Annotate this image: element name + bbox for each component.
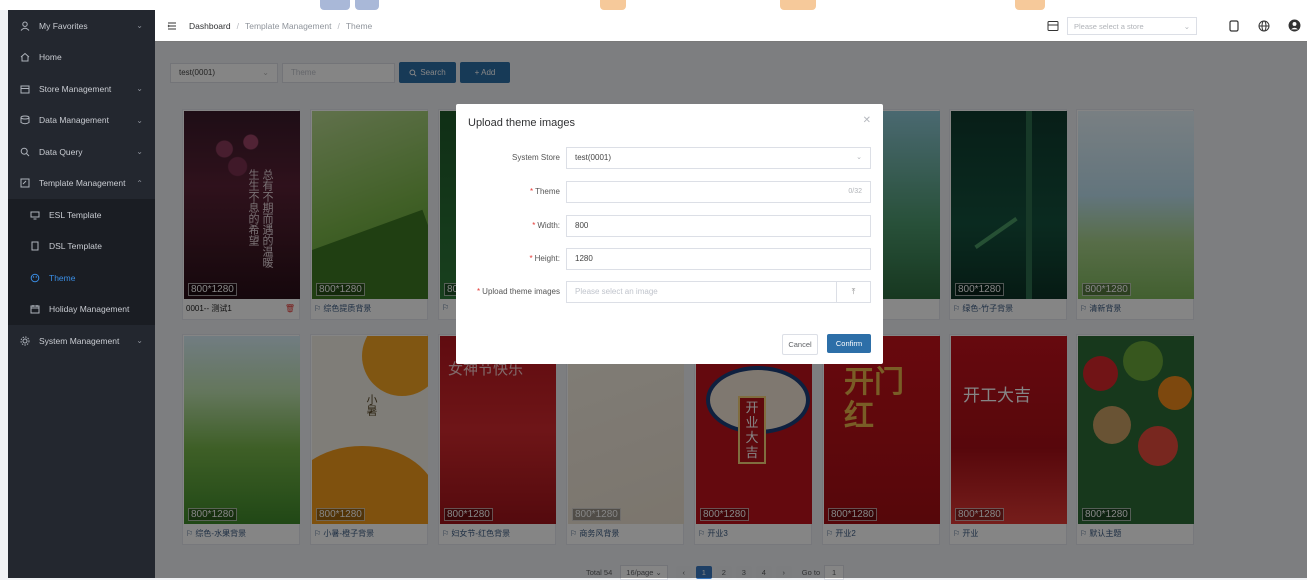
upload-theme-dialog: Upload theme images ✕ System Store test(… (456, 104, 883, 364)
sidebar-item-system-management[interactable]: System Management ⌄ (8, 325, 155, 357)
header-actions: Please select a store ⌄ (1047, 10, 1307, 41)
required-mark: * (529, 187, 534, 196)
gear-icon (20, 336, 30, 346)
breadcrumb: Dashboard / Template Management / Theme (189, 21, 372, 31)
chevron-down-icon: ⌄ (136, 147, 143, 156)
store-icon (1047, 20, 1059, 32)
palette-icon (30, 273, 40, 283)
sidebar: My Favorites ⌄ Home Store Management ⌄ D… (8, 10, 155, 578)
required-mark: * (529, 254, 533, 263)
field-label-text: System Store (511, 153, 560, 162)
store-select[interactable]: Please select a store ⌄ (1067, 16, 1197, 35)
required-mark: * (532, 221, 536, 230)
sidebar-item-data-query[interactable]: Data Query ⌄ (8, 136, 155, 168)
chevron-down-icon: ⌄ (1183, 21, 1190, 31)
field-label-text: Width: (537, 221, 560, 230)
system-store-select[interactable]: test(0001) ⌄ (566, 147, 871, 169)
chevron-down-icon: ⌄ (136, 84, 143, 93)
confirm-button[interactable]: Confirm (827, 334, 871, 353)
sidebar-item-favorites[interactable]: My Favorites ⌄ (8, 10, 155, 42)
template-submenu: ESL Template DSL Template Theme Holiday … (8, 199, 155, 325)
upload-image-input[interactable]: Please select an image ⤒ (566, 281, 871, 303)
chevron-down-icon: ⌄ (136, 115, 143, 125)
sidebar-item-label: DSL Template (49, 241, 102, 252)
sidebar-item-dsl-template[interactable]: DSL Template (8, 231, 155, 263)
sidebar-item-label: Template Management (39, 178, 126, 189)
chevron-down-icon: ⌄ (136, 336, 143, 345)
form-row-height: * Height: 1280 (456, 248, 883, 270)
required-mark: * (477, 287, 481, 296)
avatar-icon[interactable] (1287, 19, 1301, 33)
store-select-placeholder: Please select a store (1074, 21, 1144, 31)
sidebar-item-label: System Management (39, 335, 120, 346)
sidebar-item-holiday-management[interactable]: Holiday Management (8, 294, 155, 326)
sidebar-item-theme[interactable]: Theme (8, 262, 155, 294)
globe-icon[interactable] (1257, 19, 1271, 33)
field-label-text: Height: (534, 254, 560, 263)
width-input[interactable]: 800 (566, 215, 871, 237)
sidebar-item-home[interactable]: Home (8, 42, 155, 74)
sidebar-item-esl-template[interactable]: ESL Template (8, 199, 155, 231)
breadcrumb-item[interactable]: Template Management (245, 21, 331, 31)
sidebar-item-label: Theme (49, 272, 76, 283)
sidebar-item-label: Data Query (39, 146, 83, 157)
breadcrumb-item[interactable]: Dashboard (189, 21, 231, 31)
height-input[interactable]: 1280 (566, 248, 871, 270)
upload-placeholder: Please select an image (575, 287, 658, 296)
home-icon (20, 52, 30, 62)
system-store-value: test(0001) (575, 153, 612, 162)
height-value: 1280 (575, 254, 593, 263)
database-icon (20, 115, 30, 125)
store-icon (20, 84, 30, 94)
char-counter: 0/32 (848, 188, 862, 195)
sidebar-item-label: Store Management (39, 83, 112, 94)
search-icon (20, 147, 30, 157)
template-icon (20, 178, 30, 188)
top-header: Dashboard / Template Management / Theme … (155, 10, 1307, 42)
tablet-icon (30, 241, 40, 251)
sidebar-item-label: Data Management (39, 115, 109, 126)
sidebar-item-label: My Favorites (39, 20, 88, 31)
confirm-button-label: Confirm (835, 339, 863, 348)
field-label: * Height: (530, 248, 560, 270)
cancel-button[interactable]: Cancel (782, 334, 818, 355)
calendar-icon (30, 304, 40, 314)
cancel-button-label: Cancel (788, 340, 812, 349)
form-row-width: * Width: 800 (456, 215, 883, 237)
width-value: 800 (575, 221, 589, 230)
chevron-down-icon: ⌄ (856, 154, 862, 161)
sidebar-item-template-management[interactable]: Template Management ⌃ (8, 168, 155, 200)
breadcrumb-separator: / (236, 20, 239, 31)
form-row-system-store: System Store test(0001) ⌄ (456, 147, 883, 169)
sidebar-item-label: Holiday Management (49, 304, 130, 315)
top-banner-strip (0, 0, 1307, 10)
theme-name-input[interactable]: 0/32 (566, 181, 871, 203)
field-label: * Width: (532, 215, 560, 237)
breadcrumb-separator: / (337, 20, 340, 31)
monitor-icon (30, 210, 40, 220)
chevron-up-icon: ⌃ (136, 178, 143, 188)
field-label-text: Upload theme images (482, 287, 560, 296)
field-label: * Upload theme images (477, 281, 560, 303)
dialog-title: Upload theme images (468, 117, 576, 129)
close-icon[interactable]: ✕ (863, 115, 871, 126)
menu-toggle-icon[interactable] (167, 21, 177, 31)
form-row-upload: * Upload theme images Please select an im… (456, 281, 883, 303)
device-icon[interactable] (1227, 19, 1241, 33)
sidebar-item-label: ESL Template (49, 209, 102, 220)
sidebar-item-store-management[interactable]: Store Management ⌄ (8, 73, 155, 105)
sidebar-item-label: Home (39, 52, 62, 63)
chevron-down-icon: ⌄ (136, 21, 143, 30)
form-row-theme: * Theme 0/32 (456, 181, 883, 203)
upload-icon[interactable]: ⤒ (836, 282, 870, 302)
user-icon (20, 21, 30, 31)
breadcrumb-item: Theme (345, 20, 373, 31)
sidebar-item-data-management[interactable]: Data Management ⌄ (8, 105, 155, 137)
field-label: * Theme (530, 181, 560, 203)
field-label-text: Theme (535, 187, 560, 196)
field-label: System Store (512, 147, 560, 169)
